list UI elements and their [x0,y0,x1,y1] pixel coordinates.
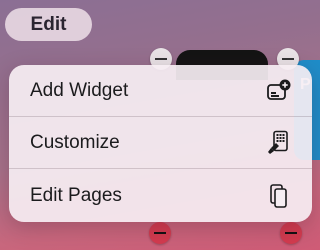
menu-item-customize[interactable]: Customize [9,117,312,169]
menu-item-label: Add Widget [30,79,129,101]
edit-pages-icon [266,183,292,209]
remove-app-badge[interactable] [280,222,302,244]
add-widget-icon [266,78,292,104]
customize-icon [266,130,292,156]
edit-button[interactable]: Edit [5,8,92,41]
menu-item-edit-pages[interactable]: Edit Pages [9,169,312,222]
menu-item-add-widget[interactable]: Add Widget [9,65,312,117]
context-menu: Add Widget Customize Edit Pages [9,65,312,222]
edit-button-label: Edit [30,13,67,35]
menu-item-label: Edit Pages [30,184,122,206]
menu-item-label: Customize [30,131,120,153]
remove-app-badge[interactable] [149,222,171,244]
